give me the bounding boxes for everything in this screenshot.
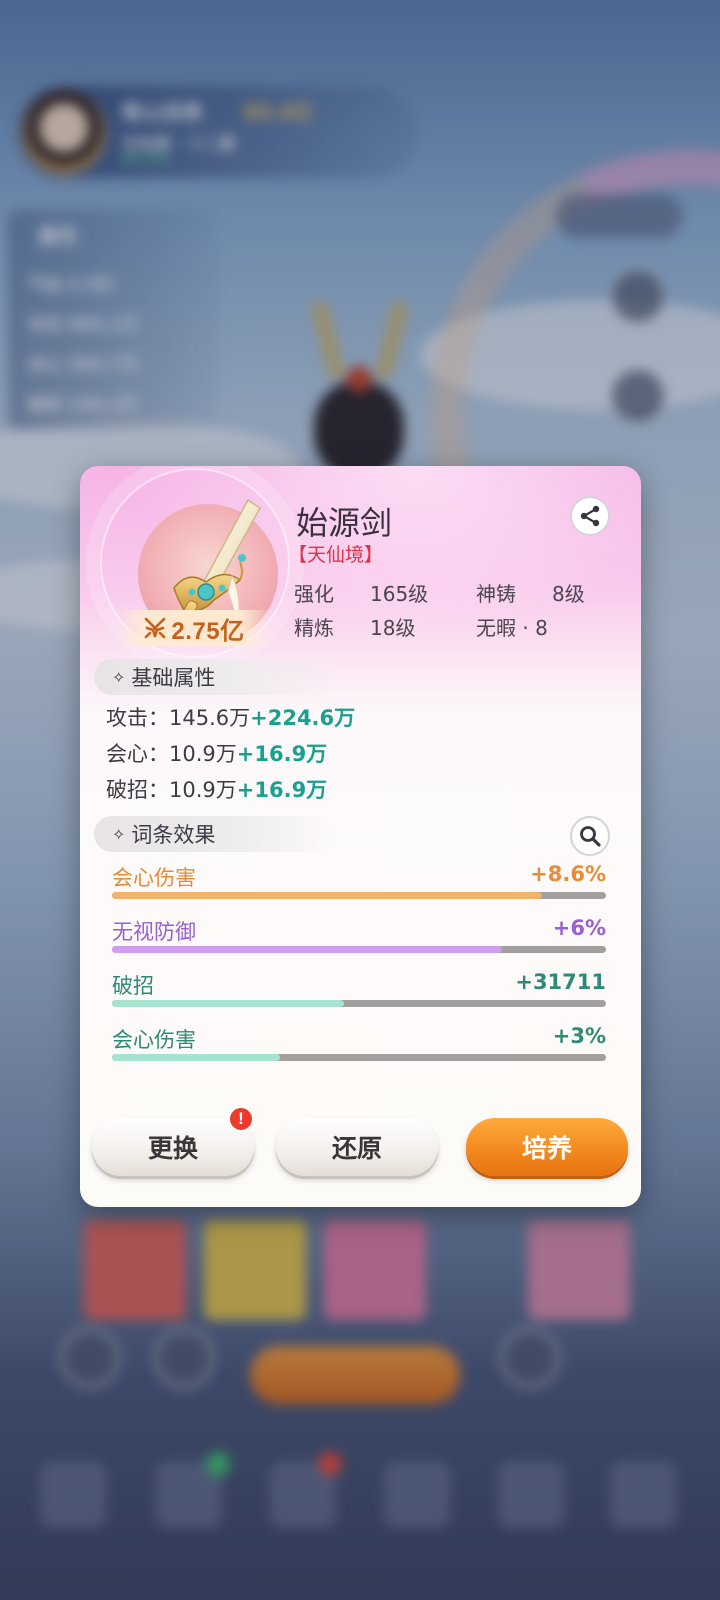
affix-progress-track [112,946,606,953]
affix-row: 破招 +31711 [112,970,606,1020]
affix-name: 无视防御 [112,920,196,944]
affix-name: 破招 [112,974,154,998]
affix-row: 会心伤害 +3% [112,1024,606,1074]
affix-progress-track [112,1000,606,1007]
affix-row: 无视防御 +6% [112,916,606,966]
search-icon [580,826,601,847]
affix-progress-track [112,892,606,899]
affix-value: +3% [552,1024,606,1048]
attribute-bonus: +16.9万 [236,742,328,766]
attribute-base: 10.9万 [169,778,237,802]
attribute-label: 攻击： [106,706,169,730]
sparkle-icon: ✧ [112,667,126,687]
attribute-row: 会心：10.9万+16.9万 [106,738,327,768]
attribute-row: 攻击：145.6万+224.6万 [106,702,355,732]
affix-value: +8.6% [530,862,606,886]
stat-refine-label: 精炼 [294,616,334,640]
crossed-swords-icon [145,617,166,639]
stat-strengthen-label: 强化 [294,582,334,606]
share-button[interactable] [570,496,610,536]
attribute-label: 破招： [106,778,169,802]
attribute-label: 会心： [106,742,169,766]
section-base-attributes: ✧ 基础属性 [94,659,334,695]
power-tag: 2.75亿 [116,610,272,646]
item-name: 始源剑 [296,504,393,542]
stat-forge-label: 神铸 [476,582,516,606]
affix-progress-fill [112,1054,280,1061]
attribute-bonus: +224.6万 [250,706,356,730]
attribute-bonus: +16.9万 [236,778,328,802]
equipment-detail-modal: 2.75亿 始源剑 【天仙境】 强化 165级 神铸 8级 精炼 18级 无暇 … [80,466,641,1207]
restore-button[interactable]: 还原 [276,1118,438,1176]
attribute-base: 10.9万 [169,742,237,766]
stat-refine-value: 18级 [370,616,416,640]
affix-value: +6% [552,916,606,940]
power-value: 2.75亿 [171,617,245,645]
affix-progress-fill [112,892,542,899]
train-button[interactable]: 培养 [466,1118,628,1176]
attribute-base: 145.6万 [169,706,251,730]
alert-badge: ! [228,1106,254,1132]
attribute-row: 破招：10.9万+16.9万 [106,774,327,804]
stat-forge-value: 8级 [552,582,585,606]
stat-strengthen-value: 165级 [370,582,429,606]
affix-search-button[interactable] [570,816,610,856]
affix-progress-fill [112,946,503,953]
affix-progress-fill [112,1000,345,1007]
stat-flawless: 无暇 · 8 [476,616,548,640]
sparkle-icon: ✧ [112,824,126,844]
affix-value: +31711 [515,970,606,994]
affix-name: 会心伤害 [112,866,196,890]
affix-row: 会心伤害 +8.6% [112,862,606,912]
affix-name: 会心伤害 [112,1028,196,1052]
section-title: 词条效果 [131,823,216,847]
affix-progress-track [112,1054,606,1061]
section-title: 基础属性 [131,666,216,690]
share-icon [580,505,600,527]
section-affix-effects: ✧ 词条效果 [94,816,334,852]
item-grade: 【天仙境】 [288,544,384,566]
